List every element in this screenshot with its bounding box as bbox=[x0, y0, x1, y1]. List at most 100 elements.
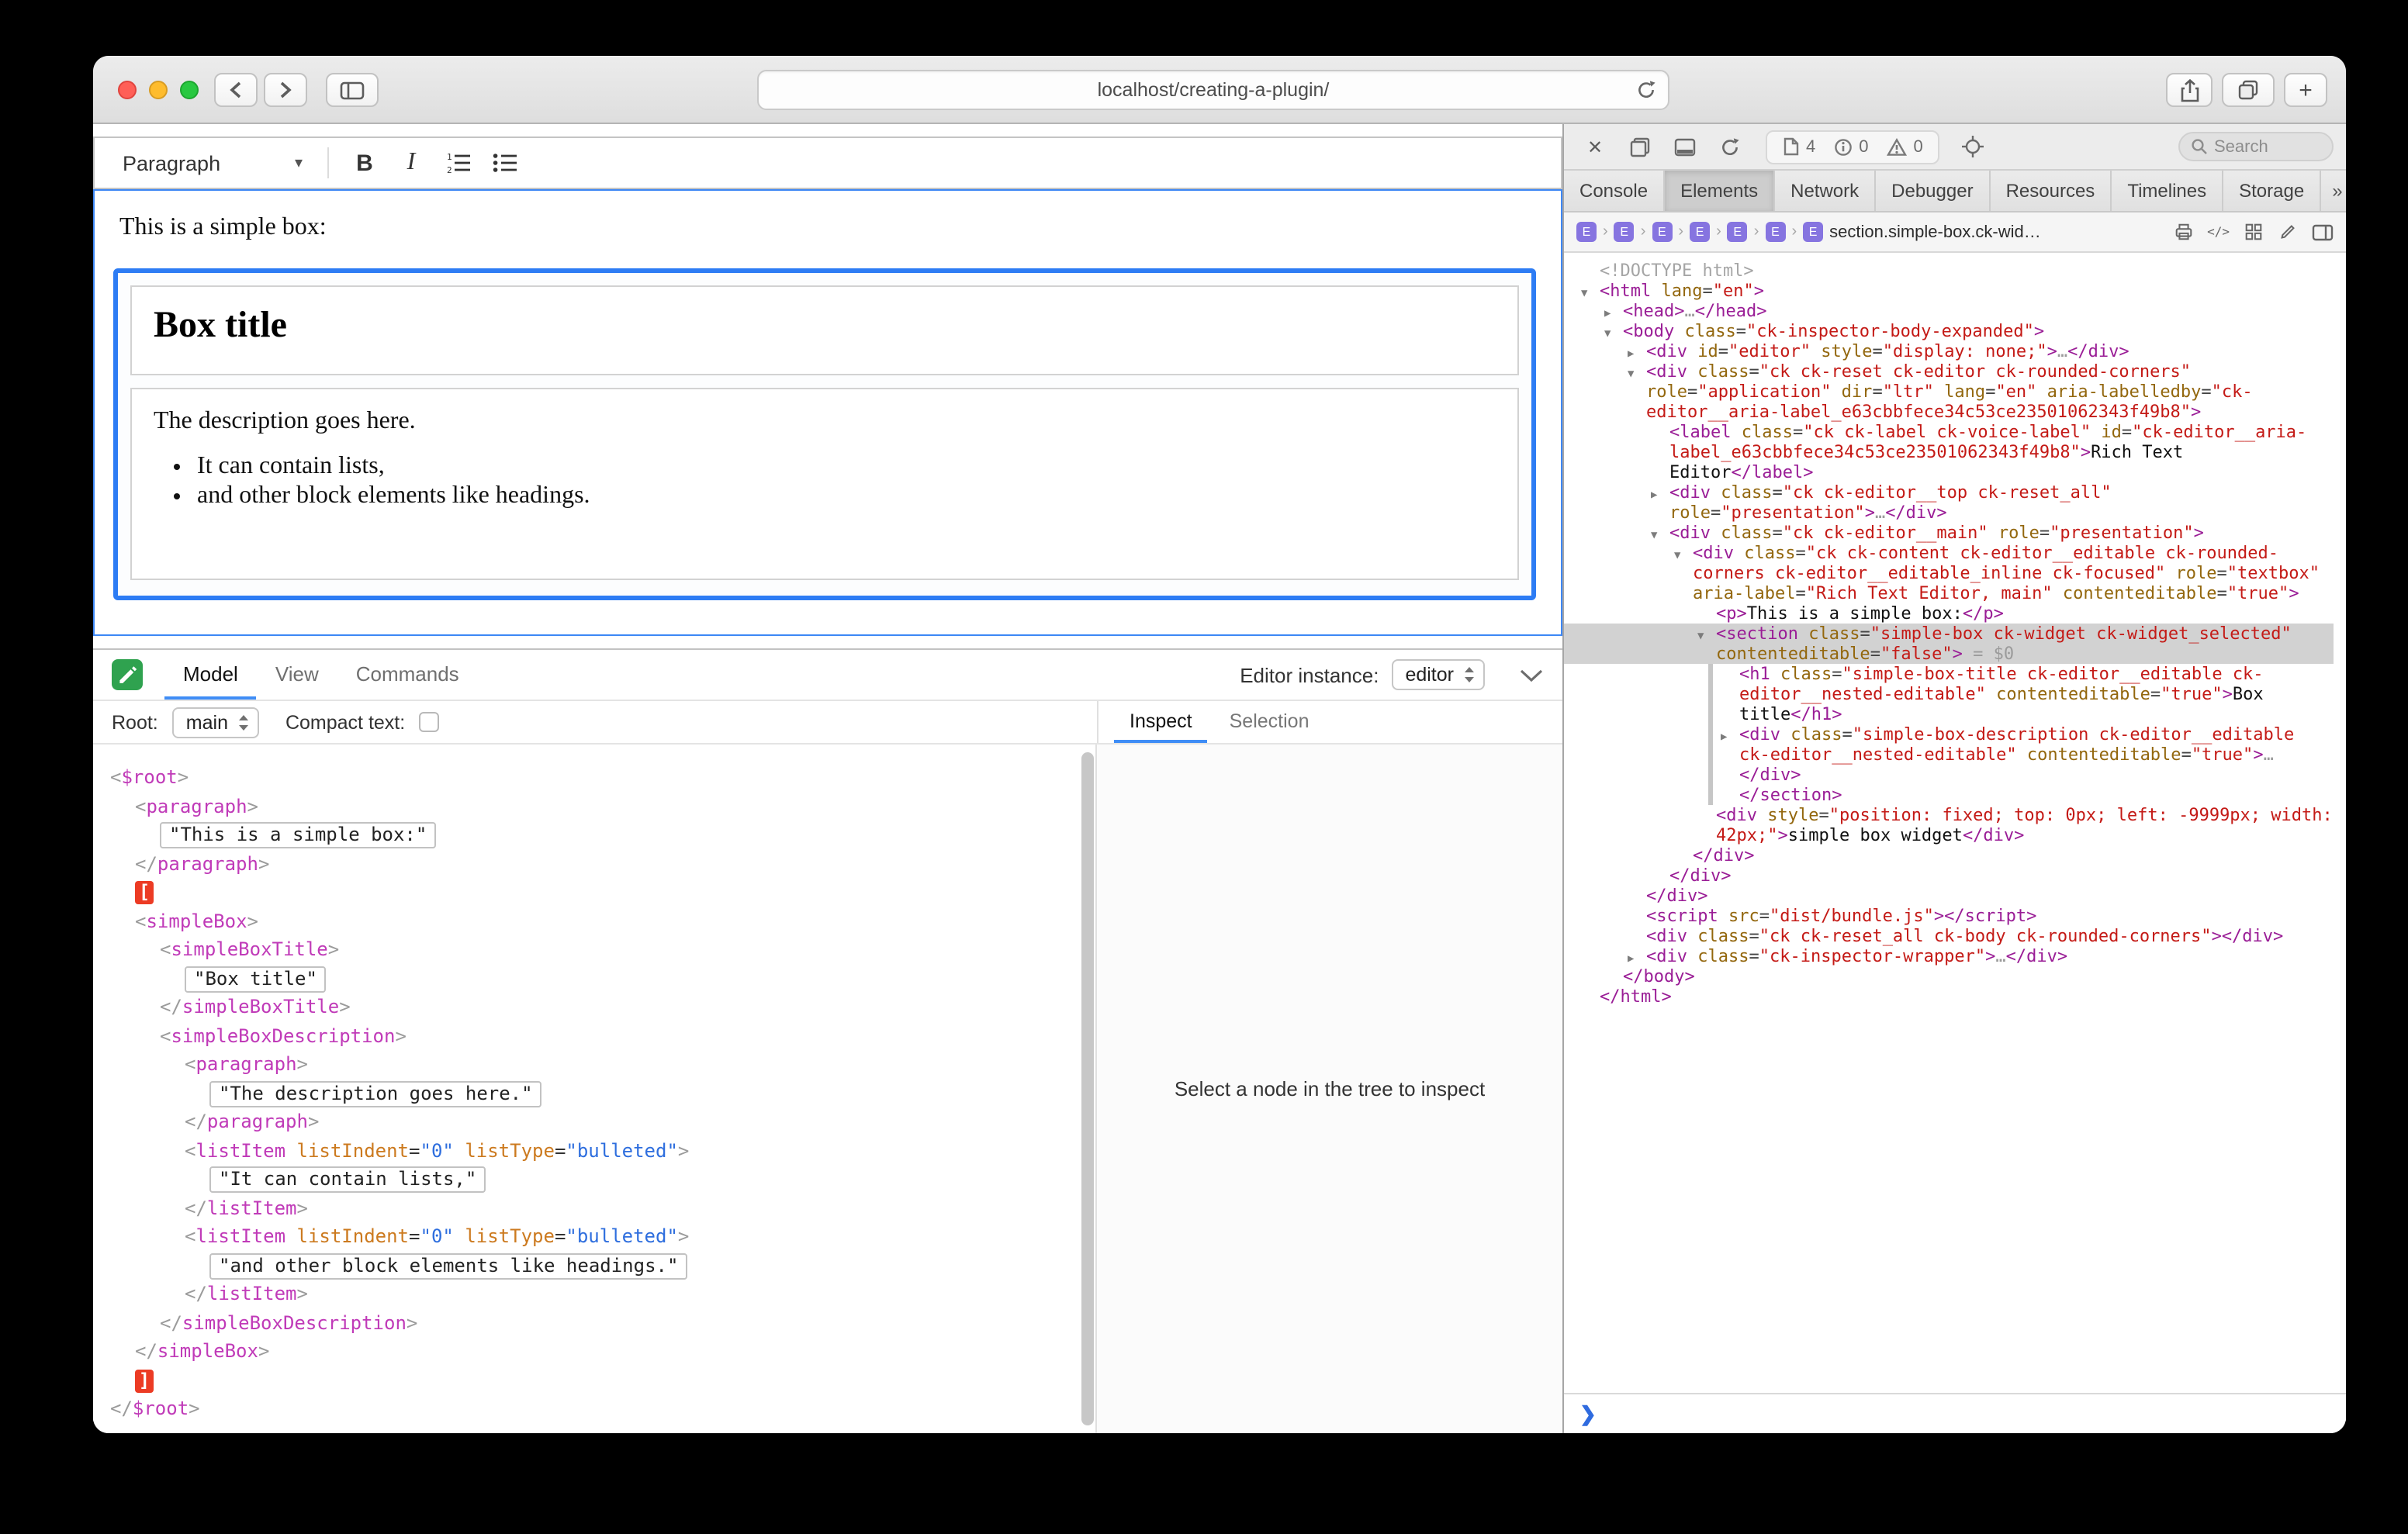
dom-tree-line[interactable]: ▼<div class="ck ck-content ck-editor__ed… bbox=[1564, 543, 2334, 603]
minimize-window-button[interactable] bbox=[149, 81, 168, 99]
tab-overview-button[interactable] bbox=[2222, 73, 2275, 107]
edit-button[interactable] bbox=[2278, 222, 2298, 242]
model-tree-line[interactable]: [ bbox=[93, 878, 1095, 907]
close-devtools-button[interactable]: ✕ bbox=[1576, 130, 1614, 164]
text-node[interactable]: "This is a simple box:" bbox=[160, 822, 436, 848]
dom-tree-line[interactable]: <h1 class="simple-box-title ck-editor__e… bbox=[1564, 664, 2334, 724]
text-node[interactable]: "The description goes here." bbox=[209, 1080, 542, 1107]
dom-tree-line[interactable]: ▶<div class="ck-inspector-wrapper">…</di… bbox=[1564, 946, 2334, 966]
model-tree-line[interactable]: <listItem listIndent="0" listType="bulle… bbox=[93, 1136, 1095, 1165]
zoom-window-button[interactable] bbox=[180, 81, 199, 99]
breadcrumb-element-badge[interactable]: E bbox=[1803, 222, 1823, 242]
scrollbar-thumb[interactable] bbox=[1081, 752, 1094, 1425]
numbered-list-button[interactable]: 12 bbox=[434, 143, 481, 183]
dom-tree-line[interactable]: <label class="ck ck-label ck-voice-label… bbox=[1564, 422, 2334, 482]
tab-elements[interactable]: Elements bbox=[1665, 171, 1775, 211]
close-window-button[interactable] bbox=[118, 81, 137, 99]
dom-tree-line[interactable]: ▶<div class="simple-box-description ck-e… bbox=[1564, 724, 2334, 785]
back-button[interactable] bbox=[214, 73, 258, 107]
breadcrumb-current-element[interactable]: section.simple-box.ck-wid… bbox=[1829, 223, 2041, 241]
warning-count-badge[interactable]: 0 bbox=[1887, 137, 1923, 156]
expanded-arrow-icon[interactable]: ▼ bbox=[1697, 627, 1704, 647]
expanded-arrow-icon[interactable]: ▼ bbox=[1628, 364, 1634, 385]
model-tree-line[interactable]: </listItem> bbox=[93, 1280, 1095, 1308]
tab-selection[interactable]: Selection bbox=[1214, 701, 1325, 743]
dom-tree-line[interactable]: </div> bbox=[1564, 886, 2334, 906]
print-button[interactable] bbox=[2173, 222, 2193, 242]
list-item[interactable]: and other block elements like headings. bbox=[197, 482, 1496, 512]
tab-overflow-button[interactable]: » bbox=[2332, 180, 2342, 202]
dom-tree-line[interactable]: ▶<head>…</head> bbox=[1564, 301, 2334, 321]
dom-tree-line[interactable]: <script src="dist/bundle.js"></script> bbox=[1564, 906, 2334, 926]
model-tree-line[interactable]: "The description goes here." bbox=[93, 1079, 1095, 1107]
tab-commands[interactable]: Commands bbox=[337, 650, 478, 700]
dom-tree-line[interactable]: </section> bbox=[1564, 785, 2334, 805]
collapse-inspector-button[interactable] bbox=[1519, 668, 1544, 682]
dom-tree-line[interactable]: </body> bbox=[1564, 966, 2334, 986]
grid-button[interactable] bbox=[2244, 222, 2264, 242]
model-tree-line[interactable]: </$root> bbox=[93, 1394, 1095, 1423]
tab-debugger[interactable]: Debugger bbox=[1876, 171, 1990, 211]
model-tree-line[interactable]: <listItem listIndent="0" listType="bulle… bbox=[93, 1222, 1095, 1251]
model-tree-line[interactable]: </simpleBoxDescription> bbox=[93, 1308, 1095, 1337]
simple-box-title[interactable]: Box title bbox=[130, 285, 1519, 375]
reload-page-button[interactable] bbox=[1711, 130, 1749, 164]
italic-button[interactable]: I bbox=[388, 143, 434, 183]
model-tree-line[interactable]: </paragraph> bbox=[93, 1107, 1095, 1136]
tab-view[interactable]: View bbox=[257, 650, 337, 700]
list-item[interactable]: It can contain lists, bbox=[197, 453, 1496, 482]
error-count-badge[interactable]: 0 bbox=[1834, 137, 1868, 156]
editor-instance-select[interactable]: editor bbox=[1391, 659, 1485, 690]
tab-console[interactable]: Console bbox=[1564, 171, 1665, 211]
model-tree-line[interactable]: <simpleBoxTitle> bbox=[93, 935, 1095, 964]
heading-dropdown[interactable]: Paragraph ▾ bbox=[110, 143, 315, 183]
dom-tree-line[interactable]: </div> bbox=[1564, 865, 2334, 886]
details-sidebar-button[interactable] bbox=[2312, 223, 2334, 241]
intro-paragraph[interactable]: This is a simple box: bbox=[119, 214, 1561, 242]
box-description-text[interactable]: The description goes here. bbox=[154, 408, 1496, 436]
breadcrumb-element-badge[interactable]: E bbox=[1690, 222, 1710, 242]
dom-tree-line[interactable]: ▼<div class="ck ck-editor__main" role="p… bbox=[1564, 523, 2334, 543]
model-tree-line[interactable]: <paragraph> bbox=[93, 792, 1095, 821]
dom-tree-line[interactable]: </div> bbox=[1564, 845, 2334, 865]
url-input[interactable] bbox=[759, 71, 1668, 109]
model-tree-line[interactable]: <simpleBox> bbox=[93, 907, 1095, 935]
sidebar-toggle-button[interactable] bbox=[326, 73, 379, 107]
editor-editable[interactable]: This is a simple box: Box title The desc… bbox=[93, 189, 1562, 636]
model-tree-line[interactable]: <$root> bbox=[93, 763, 1095, 792]
tab-storage[interactable]: Storage bbox=[2223, 171, 2321, 211]
model-tree-line[interactable]: "Box title" bbox=[93, 964, 1095, 993]
source-code-button[interactable]: </> bbox=[2207, 225, 2230, 239]
forward-button[interactable] bbox=[264, 73, 307, 107]
share-button[interactable] bbox=[2166, 73, 2213, 107]
box-title-text[interactable]: Box title bbox=[154, 306, 1496, 347]
simple-box-description[interactable]: The description goes here. It can contai… bbox=[130, 388, 1519, 580]
model-tree-line[interactable]: </simpleBoxTitle> bbox=[93, 993, 1095, 1021]
breadcrumb-element-badge[interactable]: E bbox=[1728, 222, 1748, 242]
dom-tree-line[interactable]: <p>This is a simple box:</p> bbox=[1564, 603, 2334, 624]
model-tree-line[interactable]: </paragraph> bbox=[93, 849, 1095, 878]
model-tree-line[interactable]: </listItem> bbox=[93, 1194, 1095, 1222]
text-node[interactable]: "It can contain lists," bbox=[209, 1166, 486, 1193]
expanded-arrow-icon[interactable]: ▼ bbox=[1674, 546, 1680, 566]
dock-side-button[interactable] bbox=[1666, 130, 1704, 164]
root-select[interactable]: main bbox=[172, 707, 259, 738]
collapsed-arrow-icon[interactable]: ▶ bbox=[1651, 485, 1657, 506]
tab-model[interactable]: Model bbox=[164, 650, 257, 700]
dom-tree-line[interactable]: ▶<div class="ck ck-editor__top ck-reset_… bbox=[1564, 482, 2334, 523]
dom-tree-line[interactable]: <div style="position: fixed; top: 0px; l… bbox=[1564, 805, 2334, 845]
bulleted-list-button[interactable] bbox=[481, 143, 528, 183]
breadcrumb-element-badge[interactable]: E bbox=[1652, 222, 1672, 242]
dom-tree-line[interactable]: ▼<body class="ck-inspector-body-expanded… bbox=[1564, 321, 2334, 341]
bold-button[interactable]: B bbox=[341, 143, 388, 183]
resource-count-badge[interactable]: 4 bbox=[1783, 136, 1815, 157]
model-tree-line[interactable]: <simpleBoxDescription> bbox=[93, 1021, 1095, 1050]
tab-inspect[interactable]: Inspect bbox=[1114, 701, 1208, 743]
devtools-search[interactable] bbox=[2178, 132, 2334, 161]
dom-tree-line[interactable]: <!DOCTYPE html> bbox=[1564, 261, 2334, 281]
dom-tree-line[interactable]: ▶<div id="editor" style="display: none;"… bbox=[1564, 341, 2334, 361]
model-tree-line[interactable]: "and other block elements like headings.… bbox=[93, 1251, 1095, 1280]
model-tree-line[interactable]: "It can contain lists," bbox=[93, 1165, 1095, 1194]
dom-tree-line[interactable]: ▼<div class="ck ck-reset ck-editor ck-ro… bbox=[1564, 361, 2334, 422]
simple-box-widget[interactable]: Box title The description goes here. It … bbox=[113, 268, 1536, 600]
